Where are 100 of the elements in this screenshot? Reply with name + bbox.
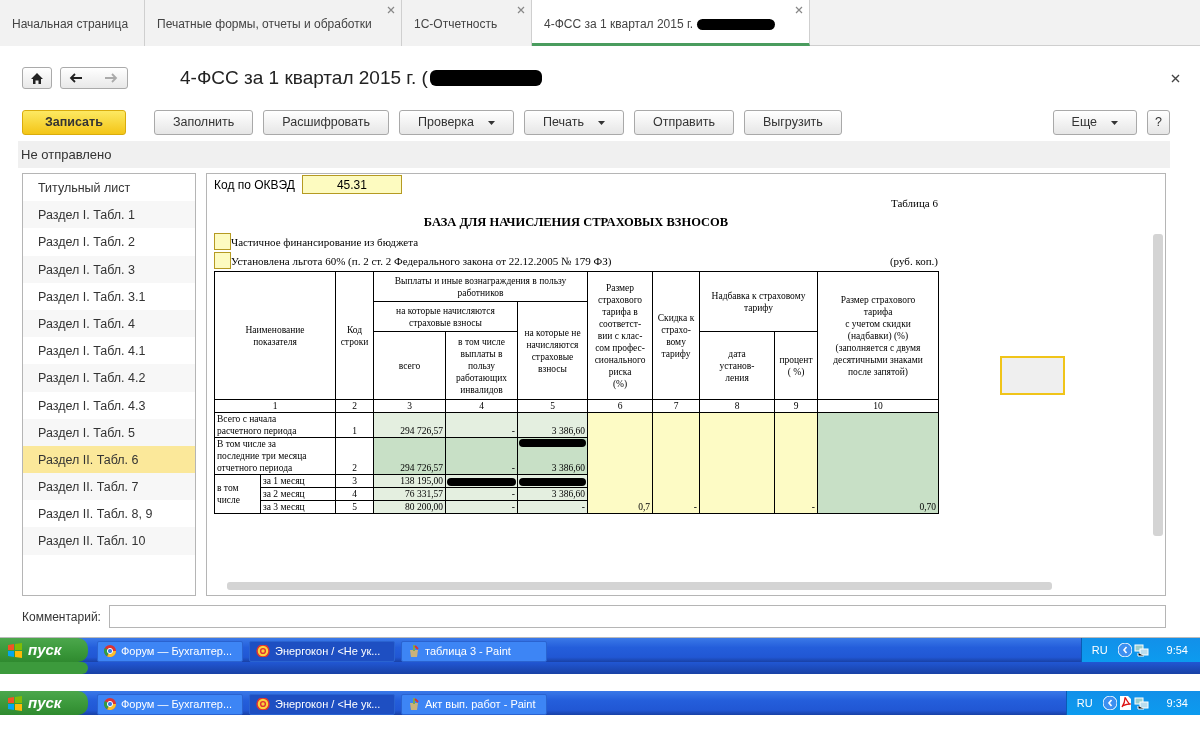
save-button[interactable]: Записать [22, 110, 126, 135]
sidebar-item[interactable]: Раздел II. Табл. 10 [23, 527, 195, 555]
table-cell[interactable]: - [652, 412, 700, 514]
circle-icon [104, 645, 116, 657]
tab[interactable]: 1С-Отчетность [402, 0, 532, 46]
header-cell: на которые начисляются страховые взносы [373, 301, 518, 332]
checkbox[interactable] [214, 233, 231, 251]
sidebar-item[interactable]: Раздел II. Табл. 7 [23, 473, 195, 501]
table-cell[interactable]: - [774, 412, 818, 514]
header-cell: Размер страхового тарифа в соответст- вии с клас- сом профес- сионального риска (%) [587, 271, 653, 400]
tab[interactable]: 4-ФСС за 1 квартал 2015 г. [532, 0, 810, 46]
taskbar-button[interactable]: Энергокон / <Не ук... [249, 640, 395, 662]
toolbar-button[interactable]: Отправить [633, 110, 734, 135]
row-label: Всего с начала расчетного периода [214, 412, 336, 438]
row-label: в том числе [214, 474, 261, 514]
row-code: 2 [335, 437, 374, 475]
header-cell: Скидка к страхо- вому тарифу [652, 271, 700, 400]
row-code: 1 [335, 412, 374, 438]
column-number: 10 [817, 399, 939, 413]
table-cell[interactable]: 0,70 [817, 412, 939, 514]
okved-field[interactable]: 45.31 [301, 175, 402, 194]
taskbar-button[interactable]: Энергокон / <Не ук... [249, 693, 395, 715]
sidebar-item[interactable]: Раздел I. Табл. 4.3 [23, 391, 195, 419]
circle-icon [104, 698, 116, 710]
badge-icon [256, 698, 270, 710]
header-cell: Код строки [335, 271, 374, 400]
checkbox[interactable] [214, 252, 231, 270]
table-cell[interactable]: 3 386,60 [517, 437, 588, 475]
row-code: 5 [335, 500, 374, 514]
windows-logo-icon [8, 695, 22, 711]
column-number: 8 [699, 399, 775, 413]
taskbar-button[interactable]: Акт вып. работ - Paint [401, 693, 547, 715]
toolbar-button[interactable]: Расшифровать [263, 110, 389, 135]
column-number: 2 [335, 399, 374, 413]
field-label: Код по ОКВЭД [214, 176, 295, 194]
table-cell[interactable]: 294 726,57 [373, 437, 446, 475]
scrollbar[interactable] [1153, 234, 1163, 536]
windows-logo-icon [8, 642, 22, 658]
sidebar-item[interactable]: Раздел I. Табл. 3 [23, 255, 195, 283]
sidebar-item[interactable]: Титульный лист [23, 174, 195, 202]
help-button[interactable]: ? [1147, 110, 1170, 135]
dropdown-button[interactable]: Проверка [399, 110, 514, 135]
checkbox-label: Частичное финансирование из бюджета [231, 234, 419, 250]
taskbar-button[interactable]: таблица 3 - Paint [401, 640, 547, 662]
sidebar-item[interactable]: Раздел I. Табл. 2 [23, 228, 195, 256]
column-number: 1 [214, 399, 336, 413]
column-number: 5 [517, 399, 588, 413]
start-button[interactable]: пуск [0, 638, 88, 662]
form-title: 4-ФСС за 1 квартал 2015 г. ( [180, 65, 428, 90]
close-icon[interactable] [1171, 73, 1180, 83]
sidebar-item[interactable]: Раздел I. Табл. 4 [23, 309, 195, 338]
sidebar-item[interactable]: Раздел I. Табл. 4.1 [23, 337, 195, 365]
caret-icon [1111, 120, 1119, 125]
sidebar-item[interactable]: Раздел I. Табл. 3.1 [23, 282, 195, 310]
sidebar-item[interactable]: Раздел I. Табл. 5 [23, 418, 195, 446]
tab[interactable]: Начальная страница [0, 0, 145, 46]
home-button[interactable] [22, 67, 52, 89]
navigation-buttons[interactable] [60, 67, 128, 89]
dropdown-button[interactable]: Еще [1052, 110, 1138, 135]
table-cell[interactable]: 0,7 [587, 412, 653, 514]
table-number: Таблица 6 [890, 197, 938, 209]
scrollbar[interactable] [227, 582, 1052, 590]
field-label: Комментарий: [22, 608, 101, 626]
sidebar-item[interactable]: Раздел II. Табл. 8, 9 [23, 500, 195, 528]
row-label: за 2 месяц [260, 487, 336, 501]
column-number: 3 [373, 399, 446, 413]
tab[interactable]: Печатные формы, отчеты и обработки [145, 0, 402, 46]
chevron-icon[interactable] [1102, 696, 1117, 710]
column-number: 9 [774, 399, 818, 413]
monitors-icon[interactable] [1133, 696, 1149, 710]
header-cell: всего [373, 331, 446, 400]
column-number: 6 [587, 399, 653, 413]
table-cell[interactable] [699, 412, 775, 514]
header-cell: Надбавка к страховому тарифу [699, 271, 818, 332]
start-button[interactable]: пуск [0, 691, 88, 715]
home-icon [31, 72, 43, 84]
back-arrow-icon[interactable] [69, 73, 83, 83]
document-icon[interactable] [1118, 696, 1132, 710]
header-cell: Наименование показателя [214, 271, 336, 400]
row-code: 4 [335, 487, 374, 501]
comment-field[interactable] [108, 605, 1166, 628]
toolbar-button[interactable]: Заполнить [153, 110, 254, 135]
sidebar-item[interactable]: Раздел II. Табл. 6 [23, 445, 195, 474]
caret-icon [488, 120, 495, 125]
header-cell: дата установ- ления [699, 331, 775, 400]
status-text: Не отправлено [18, 141, 1170, 168]
table-cell[interactable]: - [445, 437, 518, 475]
toolbar-button[interactable]: Выгрузить [743, 110, 842, 135]
taskbar-button[interactable]: Форум — Бухгалтер... [97, 693, 243, 715]
checkbox-label: Установлена льгота 60% (п. 2 ст. 2 Федерального закона от 22.12.2005 № 179 ФЗ) [231, 253, 612, 269]
taskbar-button[interactable]: Форум — Бухгалтер... [97, 640, 243, 662]
selected-cell[interactable] [1000, 356, 1065, 395]
sidebar-item[interactable]: Раздел I. Табл. 1 [23, 201, 195, 229]
row-label: за 1 месяц [260, 474, 336, 488]
monitors-icon[interactable] [1133, 643, 1149, 657]
header-cell: Размер страхового тарифа с учетом скидки (надбавки) (%) (заполняется с двумя десятичными знаками после запятой) [817, 271, 939, 400]
sidebar-item[interactable]: Раздел I. Табл. 4.2 [23, 364, 195, 392]
dropdown-button[interactable]: Печать [524, 110, 624, 135]
clock-text: 9:34 [1166, 695, 1188, 711]
chevron-icon[interactable] [1117, 643, 1132, 657]
